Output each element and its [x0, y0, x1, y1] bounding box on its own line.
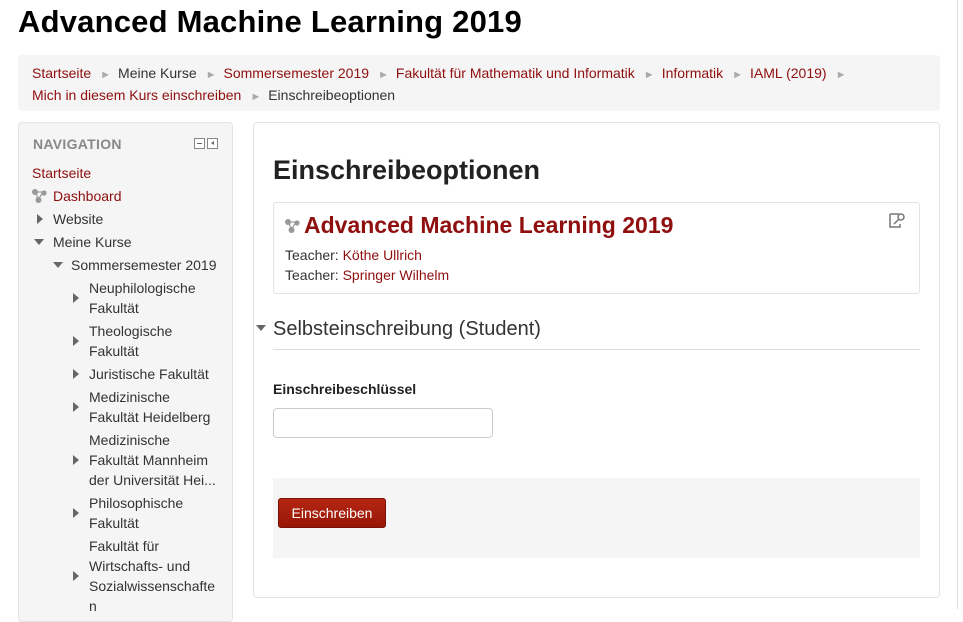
breadcrumb-separator: ►: [205, 69, 217, 81]
breadcrumb-separator: ►: [100, 69, 112, 81]
nav-item-wirtschaft[interactable]: Fakultät für Wirtschafts- und Sozialwiss…: [89, 536, 215, 616]
breadcrumb-separator: ►: [250, 91, 262, 103]
teacher-link[interactable]: Köthe Ullrich: [343, 247, 422, 263]
nav-item-dashboard[interactable]: Dashboard: [53, 186, 122, 206]
collapse-icon[interactable]: [53, 262, 63, 268]
section-divider: [273, 349, 920, 350]
nav-item-meine-kurse[interactable]: Meine Kurse: [53, 232, 132, 252]
expand-icon[interactable]: [73, 571, 79, 581]
main-heading: Einschreibeoptionen: [273, 155, 541, 185]
expand-icon[interactable]: [73, 508, 79, 518]
expand-icon[interactable]: [73, 293, 79, 303]
nav-item-philosophische[interactable]: Philosophische Fakultät: [89, 493, 183, 533]
expand-icon[interactable]: [73, 369, 79, 379]
breadcrumb-startseite[interactable]: Startseite: [32, 65, 91, 81]
teacher-line: Teacher: Köthe Ullrich: [285, 247, 422, 263]
edit-key-icon[interactable]: [888, 212, 906, 230]
breadcrumb-current: Einschreibeoptionen: [268, 87, 396, 103]
breadcrumb-informatik[interactable]: Informatik: [662, 65, 723, 81]
nav-item-neuphilologische[interactable]: Neuphilologische Fakultät: [89, 278, 196, 318]
section-title[interactable]: Selbsteinschreibung (Student): [273, 318, 541, 341]
teacher-line: Teacher: Springer Wilhelm: [285, 267, 450, 283]
section-collapse-icon[interactable]: [256, 325, 266, 331]
dashboard-hub-icon: [32, 189, 47, 203]
breadcrumb-meine-kurse: Meine Kurse: [118, 65, 197, 81]
collapse-icon[interactable]: [34, 239, 44, 245]
nav-item-sommersemester[interactable]: Sommersemester 2019: [71, 255, 217, 275]
page-title: Advanced Machine Learning 2019: [18, 4, 522, 39]
nav-item-medizinische-heidelberg[interactable]: Medizinische Fakultät Heidelberg: [89, 387, 210, 427]
minimize-icon[interactable]: [194, 138, 205, 149]
breadcrumb: Startseite ► Meine Kurse ► Sommersemester 20…: [18, 55, 940, 111]
course-title-link[interactable]: Advanced Machine Learning 2019: [304, 212, 673, 239]
breadcrumb-iaml[interactable]: IAML (2019): [750, 65, 827, 81]
expand-icon[interactable]: [73, 336, 79, 346]
expand-icon[interactable]: [73, 402, 79, 412]
breadcrumb-separator: ►: [378, 69, 389, 81]
nav-item-medizinische-mannheim[interactable]: Medizinische Fakultät Mannheim der Unive…: [89, 430, 216, 490]
expand-icon[interactable]: [73, 455, 79, 465]
navigation-header: NAVIGATION: [33, 136, 122, 152]
breadcrumb-sommersemester[interactable]: Sommersemester 2019: [224, 65, 370, 81]
enrolment-key-label: Einschreibeschlüssel: [273, 381, 417, 397]
dock-icon[interactable]: [207, 138, 218, 149]
nav-item-website[interactable]: Website: [53, 209, 103, 229]
breadcrumb-separator: ►: [643, 69, 655, 81]
enrol-button[interactable]: Einschreiben: [278, 498, 386, 528]
breadcrumb-separator: ►: [732, 69, 744, 81]
breadcrumb-enrol-me[interactable]: Mich in diesem Kurs einschreiben: [32, 87, 241, 103]
enrolment-key-input[interactable]: [273, 408, 493, 438]
nav-item-theologische[interactable]: Theologische Fakultät: [89, 321, 172, 361]
nav-item-juristische[interactable]: Juristische Fakultät: [89, 364, 209, 384]
teacher-link[interactable]: Springer Wilhelm: [343, 267, 450, 283]
breadcrumb-separator: ►: [835, 69, 847, 81]
nav-item-startseite[interactable]: Startseite: [32, 163, 91, 183]
breadcrumb-fakultaet[interactable]: Fakultät für Mathematik und Informatik: [396, 65, 635, 81]
expand-icon[interactable]: [37, 214, 43, 224]
scrollbar-edge: [957, 0, 958, 609]
course-hub-icon: [285, 219, 300, 233]
